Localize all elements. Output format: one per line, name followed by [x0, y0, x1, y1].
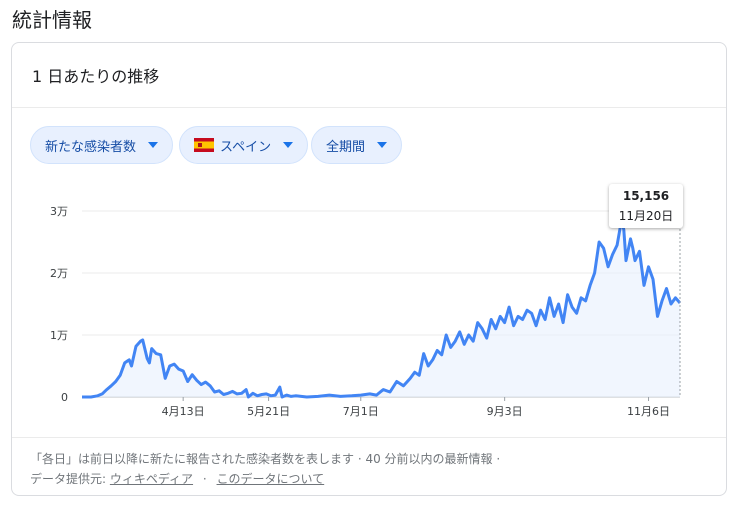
country-selector[interactable]: スペイン: [179, 126, 309, 164]
stats-card: 1 日あたりの推移 新たな感染者数 スペイン 全期間 0 1万 2万 3万 4月13日 5…: [11, 42, 727, 496]
metric-selector-label: 新たな感染者数: [45, 139, 137, 155]
chevron-down-icon: [283, 142, 294, 148]
y-tick-label: 2万: [50, 267, 68, 280]
separator-dot: ·: [202, 472, 207, 486]
footer-divider: [12, 437, 726, 438]
chevron-down-icon: [377, 142, 388, 148]
footer-note: 「各日」は前日以降に新たに報告された感染者数を表します · 40 分前以内の最新…: [30, 452, 501, 466]
provider-prefix: データ提供元:: [30, 472, 107, 486]
x-tick-label: 11月6日: [627, 405, 670, 418]
tooltip-date: 11月20日: [618, 209, 674, 223]
wikipedia-link[interactable]: ウィキペディア: [110, 472, 193, 486]
tooltip-value: 15,156: [622, 189, 670, 203]
x-tick-label: 7月1日: [343, 405, 379, 418]
y-tick-label: 1万: [50, 329, 68, 342]
y-tick-label: 0: [61, 391, 68, 404]
series-area: [82, 220, 680, 397]
spain-flag-icon: [194, 138, 214, 152]
x-tick-label: 4月13日: [162, 405, 205, 418]
footer: 「各日」は前日以降に新たに報告された感染者数を表します · 40 分前以内の最新…: [30, 449, 500, 489]
x-tick-label: 9月3日: [487, 405, 523, 418]
card-header: 1 日あたりの推移: [12, 43, 726, 108]
y-tick-label: 3万: [50, 205, 68, 218]
period-selector[interactable]: 全期間: [311, 126, 403, 164]
chart-tooltip: 15,156 11月20日: [609, 184, 683, 228]
period-selector-label: 全期間: [326, 139, 366, 155]
footer-provider-line: データ提供元: ウィキペディア · このデータについて: [30, 469, 500, 489]
metric-selector[interactable]: 新たな感染者数: [30, 126, 174, 164]
x-tick-label: 5月21日: [247, 405, 290, 418]
country-selector-label: スペイン: [220, 139, 272, 155]
about-data-link[interactable]: このデータについて: [217, 472, 325, 486]
page-title: 統計情報: [12, 8, 92, 32]
chevron-down-icon: [148, 142, 159, 148]
